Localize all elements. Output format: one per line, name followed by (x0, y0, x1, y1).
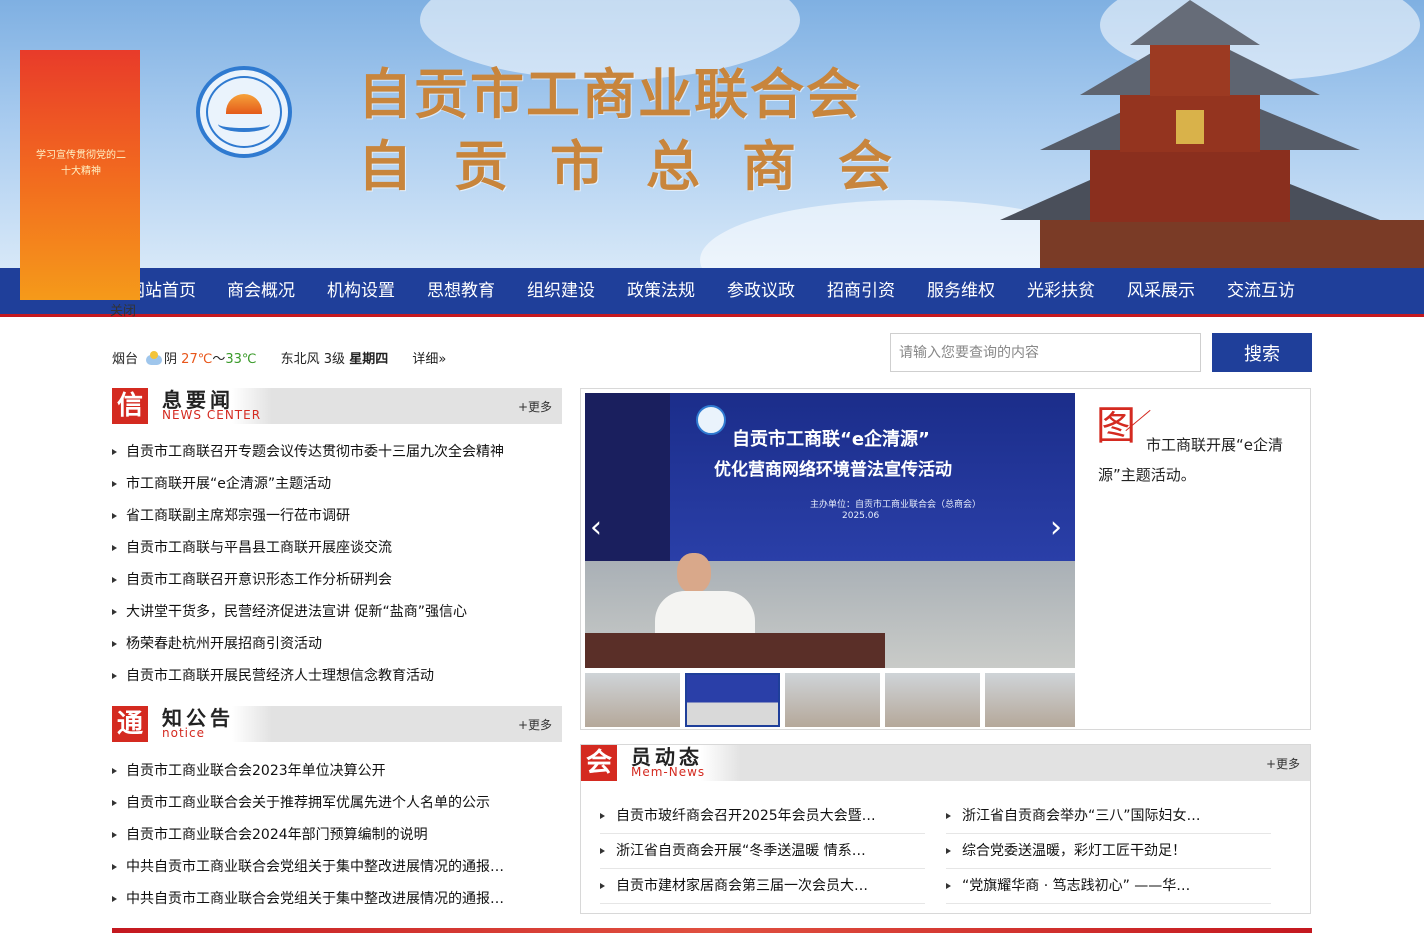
slider-thumbnail-active[interactable] (685, 673, 780, 727)
news-item[interactable]: 大讲堂干货多，民营经济促进法宣讲 促新“盐商”强信心 (112, 596, 562, 628)
slider-main-image[interactable]: 自贡市工商联“e企清源” 优化营商网络环境普法宣传活动 主办单位：自贡市工商业联… (585, 393, 1075, 668)
notice-more-link[interactable]: +更多 (518, 716, 552, 733)
notice-item[interactable]: 自贡市工商业联合会关于推荐拥军优属先进个人名单的公示 (112, 787, 562, 819)
nav-item-policy[interactable]: 政策法规 (627, 280, 695, 302)
nav-item-organization[interactable]: 机构设置 (327, 280, 395, 302)
member-item[interactable]: 浙江省自贡商会举办“三八”国际妇女… (946, 799, 1271, 834)
nav-item-rights[interactable]: 服务维权 (927, 280, 995, 302)
weather-city: 烟台 (112, 352, 139, 367)
slide-logo-icon (696, 405, 726, 435)
news-item[interactable]: 杨荣春赴杭州开展招商引资活动 (112, 628, 562, 660)
header-banner: 自贡市工商业联合会 自贡市总商会 (0, 0, 1424, 268)
slider-next-arrow-icon[interactable]: › (1050, 510, 1062, 545)
news-item[interactable]: 自贡市工商联与平昌县工商联开展座谈交流 (112, 532, 562, 564)
nav-item-investment[interactable]: 招商引资 (827, 280, 895, 302)
news-item[interactable]: 自贡市工商联召开专题会议传达贯彻市委十三届九次全会精神 (112, 436, 562, 468)
nav-item-exchange[interactable]: 交流互访 (1227, 280, 1295, 302)
slide-screen-line3: 主办单位：自贡市工商业联合会（总商会） (810, 500, 982, 510)
weather-range-sep: ～ (212, 352, 226, 367)
notice-header-char: 通 (112, 706, 148, 742)
news-more-link[interactable]: +更多 (518, 398, 552, 415)
news-item[interactable]: 自贡市工商联召开意识形态工作分析研判会 (112, 564, 562, 596)
notice-item[interactable]: 自贡市工商业联合会2023年单位决算公开 (112, 755, 562, 787)
nav-item-overview[interactable]: 商会概况 (227, 280, 295, 302)
footer-divider (112, 928, 1312, 933)
news-item[interactable]: 自贡市工商联开展民营经济人士理想信念教育活动 (112, 660, 562, 692)
news-list: 自贡市工商联召开专题会议传达贯彻市委十三届九次全会精神 市工商联开展“e企清源”… (112, 436, 562, 692)
news-header-en: NEWS CENTER (162, 408, 262, 422)
member-more-link[interactable]: +更多 (1266, 755, 1300, 772)
notice-list: 自贡市工商业联合会2023年单位决算公开 自贡市工商业联合会关于推荐拥军优属先进… (112, 755, 562, 915)
weather-widget: 烟台 阴 27℃～33℃ 东北风 3级 星期四 详细» (112, 348, 446, 367)
nav-item-showcase[interactable]: 风采展示 (1127, 280, 1195, 302)
notice-item[interactable]: 中共自贡市工商业联合会党组关于集中整改进展情况的通报… (112, 851, 562, 883)
weather-wind: 东北风 3级 (280, 352, 346, 367)
slide-screen: 自贡市工商联“e企清源” 优化营商网络环境普法宣传活动 主办单位：自贡市工商业联… (670, 393, 1075, 561)
floating-ad[interactable]: 学习宣传贯彻党的二十大精神 (20, 50, 140, 300)
member-header-char: 会 (581, 745, 617, 781)
member-list-left: 自贡市玻纤商会召开2025年会员大会暨… 浙江省自贡商会开展“冬季送温暖 情系…… (600, 799, 925, 904)
slider-caption[interactable]: 市工商联开展“e企清源”主题活动。 (1098, 430, 1288, 490)
notice-item[interactable]: 自贡市工商业联合会2024年部门预算编制的说明 (112, 819, 562, 851)
search-input[interactable] (890, 333, 1201, 372)
member-item[interactable]: 综合党委送温暖，彩灯工匠干劲足！ (946, 834, 1271, 869)
notice-section-header: 通 知公告 notice +更多 (112, 706, 562, 742)
nav-item-poverty[interactable]: 光彩扶贫 (1027, 280, 1095, 302)
nav-item-org-building[interactable]: 组织建设 (527, 280, 595, 302)
slider-thumbnail[interactable] (885, 673, 980, 727)
nav-item-education[interactable]: 思想教育 (427, 280, 495, 302)
member-item[interactable]: 自贡市建材家居商会第三届一次会员大… (600, 869, 925, 904)
logo-book (218, 116, 270, 132)
member-item[interactable]: 浙江省自贡商会开展“冬季送温暖 情系… (600, 834, 925, 869)
site-title-line1: 自贡市工商业联合会 (358, 62, 862, 126)
member-item[interactable]: “党旗耀华商 · 笃志践初心” ——华… (946, 869, 1271, 904)
ad-text: 学习宣传贯彻党的二十大精神 (36, 150, 126, 177)
member-list-right: 浙江省自贡商会举办“三八”国际妇女… 综合党委送温暖，彩灯工匠干劲足！ “党旗耀… (946, 799, 1271, 904)
weather-day: 星期四 (349, 352, 389, 367)
pagoda-illustration (1000, 0, 1424, 268)
slider-thumbnail[interactable] (585, 673, 680, 727)
cloudy-icon (146, 350, 163, 365)
member-section-header: 会 员动态 Mem-News +更多 (581, 745, 1310, 781)
news-section-header: 信 息要闻 NEWS CENTER +更多 (112, 388, 562, 424)
site-title-line2: 自贡市总商会 (358, 134, 934, 198)
news-header-char: 信 (112, 388, 148, 424)
speaker-head (677, 553, 711, 593)
member-header-en: Mem-News (631, 765, 706, 779)
notice-item[interactable]: 中共自贡市工商业联合会党组关于集中整改进展情况的通报… (112, 883, 562, 915)
weather-condition: 阴 (164, 352, 178, 367)
nav-item-politics[interactable]: 参政议政 (727, 280, 795, 302)
member-item[interactable]: 自贡市玻纤商会召开2025年会员大会暨… (600, 799, 925, 834)
main-nav: 网站首页 商会概况 机构设置 思想教育 组织建设 政策法规 参政议政 招商引资 … (0, 268, 1424, 317)
news-item[interactable]: 市工商联开展“e企清源”主题活动 (112, 468, 562, 500)
site-logo[interactable] (196, 66, 292, 158)
slide-screen-line1: 自贡市工商联“e企清源” (732, 429, 930, 450)
search-button[interactable]: 搜索 (1212, 333, 1312, 372)
slide-screen-line2: 优化营商网络环境普法宣传活动 (714, 460, 952, 480)
slider-thumbnail[interactable] (785, 673, 880, 727)
slide-screen-line4: 2025.06 (842, 511, 880, 521)
notice-header-en: notice (162, 726, 205, 740)
weather-high: 27℃ (181, 352, 213, 367)
ad-close-link[interactable]: 关闭 (110, 300, 136, 319)
slider-prev-arrow-icon[interactable]: ‹ (590, 510, 602, 545)
slider-thumbnail[interactable] (985, 673, 1075, 727)
news-item[interactable]: 省工商联副主席郑宗强一行莅市调研 (112, 500, 562, 532)
weather-low: 33℃ (225, 352, 257, 367)
slide-desk (585, 633, 885, 668)
weather-detail-link[interactable]: 详细» (412, 352, 446, 367)
